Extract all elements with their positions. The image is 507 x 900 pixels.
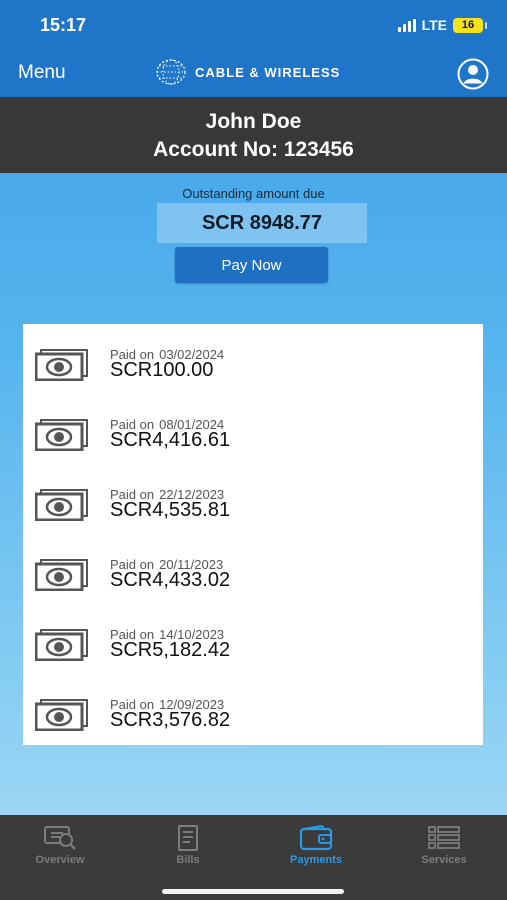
tab-bills[interactable]: Bills (133, 825, 243, 866)
bottom-tab-bar: Overview Bills Payments Services (0, 815, 507, 900)
account-holder-name: John Doe (205, 110, 302, 133)
account-number: Account No: 123456 (153, 138, 354, 161)
account-header: John Doe Account No: 123456 (0, 97, 507, 173)
payment-row: Paid on 22/12/2023 SCR4,535.81 (23, 470, 483, 530)
payment-row: Paid on 08/01/2024 SCR4,416.61 (23, 400, 483, 460)
home-indicator (162, 889, 344, 894)
payment-amount: SCR4,433.02 (110, 569, 231, 591)
banknote-icon (35, 629, 88, 661)
wallet-icon (299, 825, 333, 851)
banknote-icon (35, 489, 88, 521)
banknote-icon (35, 699, 88, 731)
banknote-icon (35, 419, 88, 451)
overview-icon (44, 826, 76, 850)
banknote-icon (35, 349, 88, 381)
tab-label: Bills (176, 854, 200, 866)
tab-payments[interactable]: Payments (261, 825, 371, 866)
payment-amount: SCR4,416.61 (110, 429, 231, 451)
payment-row: Paid on 14/10/2023 SCR5,182.42 (23, 610, 483, 670)
top-bar: 15:17 LTE 16 Menu CABLE & WIRELESS (0, 0, 507, 97)
banknote-icon (35, 559, 88, 591)
payment-amount: SCR100.00 (110, 359, 214, 381)
services-icon (428, 826, 460, 849)
network-label: LTE (421, 17, 447, 33)
status-time: 15:17 (40, 15, 87, 35)
payment-amount: SCR5,182.42 (110, 639, 231, 661)
payment-amount: SCR3,576.82 (110, 709, 231, 731)
pay-now-button[interactable]: Pay Now (175, 247, 328, 283)
tab-overview[interactable]: Overview (5, 825, 115, 866)
outstanding-amount: SCR 8948.77 (157, 203, 367, 243)
status-indicators: LTE 16 (397, 17, 487, 33)
brand-name: CABLE & WIRELESS (195, 64, 341, 80)
payment-row: Paid on 20/11/2023 SCR4,433.02 (23, 540, 483, 600)
bills-icon (178, 825, 198, 851)
battery-icon: 16 (453, 17, 487, 33)
user-circle-icon (457, 58, 489, 90)
tab-label: Services (421, 854, 467, 866)
payment-row: Paid on 03/02/2024 SCR100.00 (23, 330, 483, 390)
outstanding-label: Outstanding amount due (182, 186, 325, 201)
brand-logo: CABLE & WIRELESS (155, 58, 340, 86)
globe-logo-icon (156, 59, 186, 85)
payments-list: Paid on 03/02/2024 SCR100.00 Paid on 08/01… (23, 324, 483, 745)
payment-amount: SCR4,535.81 (110, 499, 231, 521)
tab-label: Overview (35, 854, 85, 866)
menu-button[interactable]: Menu (18, 62, 66, 84)
tab-services[interactable]: Services (389, 825, 499, 866)
tab-label: Payments (290, 854, 342, 866)
payment-row: Paid on 12/09/2023 SCR3,576.82 (23, 680, 483, 740)
signal-icon (397, 18, 416, 32)
profile-button[interactable] (457, 58, 489, 90)
